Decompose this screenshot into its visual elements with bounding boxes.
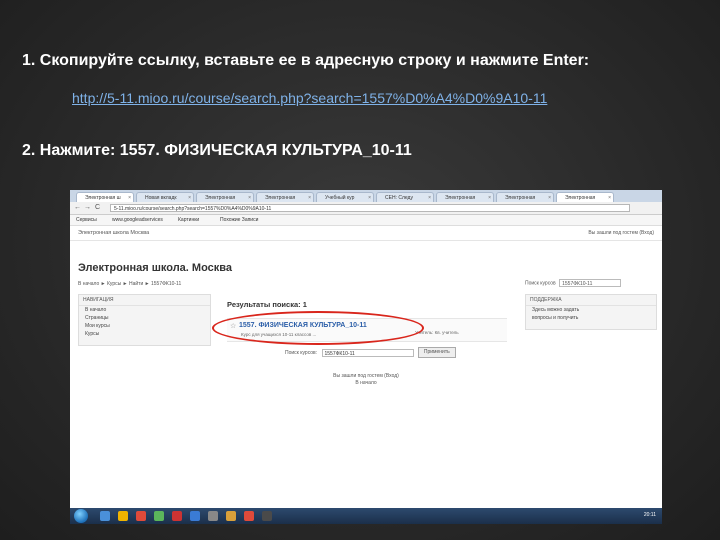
search-input[interactable]: 1557ФК10-11 xyxy=(321,348,414,357)
site-title: Электронная школа. Москва xyxy=(78,262,233,274)
course-search-link[interactable]: http://5-11.mioo.ru/course/search.php?se… xyxy=(72,90,547,106)
address-bar-row: ← → C 5-11.mioo.ru/course/search.php?sea… xyxy=(70,202,662,215)
explorer-icon[interactable] xyxy=(100,511,110,521)
apply-button[interactable]: Применить xyxy=(417,347,456,358)
search-input[interactable]: 1557ФК10-11 xyxy=(559,279,622,287)
results-title: Результаты поиска: 1 xyxy=(227,300,307,309)
app-icon[interactable] xyxy=(154,511,164,521)
taskbar-clock: 20:11 xyxy=(643,512,656,518)
login-status[interactable]: Вы зашли под гостем (Вход) xyxy=(588,230,654,236)
bookmarks-bar: Сервисы www.googleadservices Картинки По… xyxy=(70,215,662,226)
block-header: ПОДДЕРЖКА xyxy=(526,295,656,306)
instruction-step-2: 2. Нажмите: 1557. ФИЗИЧЕСКАЯ КУЛЬТУРА_10… xyxy=(22,142,412,159)
browser-tab[interactable]: Электронная × xyxy=(496,192,554,202)
close-icon[interactable]: × xyxy=(128,193,131,202)
nav-item[interactable]: В начало xyxy=(79,306,210,314)
reload-icon[interactable]: C xyxy=(95,204,100,212)
bookmark-item[interactable]: Похожие Записи xyxy=(220,216,258,224)
bookmark-item[interactable]: Картинки xyxy=(178,216,199,224)
site-top-label: Электронная школа Москва xyxy=(78,230,150,236)
close-icon[interactable]: × xyxy=(188,193,191,202)
close-icon[interactable]: × xyxy=(488,193,491,202)
highlight-ellipse xyxy=(212,311,424,345)
browser-tab[interactable]: СЕН: Следу × xyxy=(376,192,434,202)
search-label: Поиск курсов xyxy=(525,280,556,287)
nav-item[interactable]: Страницы xyxy=(79,314,210,322)
forward-icon[interactable]: → xyxy=(84,204,91,212)
back-icon[interactable]: ← xyxy=(74,204,81,212)
browser-tab[interactable]: Электронная × xyxy=(256,192,314,202)
support-block: ПОДДЕРЖКА Здесь можно задать вопросы и п… xyxy=(525,294,657,330)
browser-tab[interactable]: Электронная ш × xyxy=(76,192,134,202)
browser-icon[interactable] xyxy=(136,511,146,521)
footer-home-link[interactable]: В начало xyxy=(70,380,662,387)
support-text: вопросы и получить xyxy=(532,315,579,321)
nav-item[interactable]: Курсы xyxy=(79,330,210,338)
chrome-icon[interactable] xyxy=(244,511,254,521)
close-icon[interactable]: × xyxy=(368,193,371,202)
app-icon[interactable] xyxy=(226,511,236,521)
browser-tab[interactable]: Электронная × xyxy=(436,192,494,202)
bookmark-item[interactable]: www.googleadservices xyxy=(112,216,163,224)
nav-item[interactable]: Мои курсы xyxy=(79,322,210,330)
results-course-search: Поиск курсов: 1557ФК10-11 Применить xyxy=(285,347,456,358)
instruction-step-1: 1. Скопируйте ссылку, вставьте ее в адре… xyxy=(22,52,590,69)
navigation-block: НАВИГАЦИЯ В начало Страницы Мои курсы Ку… xyxy=(78,294,211,346)
footer-login-status[interactable]: Вы зашли под гостем (Вход) xyxy=(70,373,662,380)
close-icon[interactable]: × xyxy=(308,193,311,202)
browser-tab[interactable]: Электронная × xyxy=(196,192,254,202)
close-icon[interactable]: × xyxy=(428,193,431,202)
breadcrumb[interactable]: В начало ► Курсы ► Найти ► 1557ФК10-11 xyxy=(78,281,181,287)
browser-tab[interactable]: Учебный кур × xyxy=(316,192,374,202)
app-icon[interactable] xyxy=(190,511,200,521)
site-footer: Вы зашли под гостем (Вход) В начало xyxy=(70,373,662,387)
app-icon[interactable] xyxy=(208,511,218,521)
app-icon[interactable] xyxy=(172,511,182,521)
block-header: НАВИГАЦИЯ xyxy=(79,295,210,306)
browser-screenshot: Электронная ш × Новая вкладк × Электронная… xyxy=(70,190,662,524)
close-icon[interactable]: × xyxy=(548,193,551,202)
address-bar[interactable]: 5-11.mioo.ru/course/search.php?search=15… xyxy=(110,204,630,212)
folder-icon[interactable] xyxy=(118,511,128,521)
close-icon[interactable]: × xyxy=(608,193,611,202)
close-icon[interactable]: × xyxy=(248,193,251,202)
site-top-strip: Электронная школа Москва Вы зашли под го… xyxy=(70,226,662,241)
header-course-search: Поиск курсов 1557ФК10-11 xyxy=(525,279,622,287)
bookmark-item[interactable]: Сервисы xyxy=(76,216,97,224)
app-icon[interactable] xyxy=(262,511,272,521)
browser-tab[interactable]: Новая вкладк × xyxy=(136,192,194,202)
support-text: Здесь можно задать xyxy=(532,307,580,313)
search-label: Поиск курсов: xyxy=(285,349,318,356)
start-icon[interactable] xyxy=(74,509,88,523)
windows-taskbar: 20:11 xyxy=(70,508,662,524)
browser-tab[interactable]: Электронная × xyxy=(556,192,614,202)
browser-tab-bar: Электронная ш × Новая вкладк × Электронная… xyxy=(70,190,662,202)
